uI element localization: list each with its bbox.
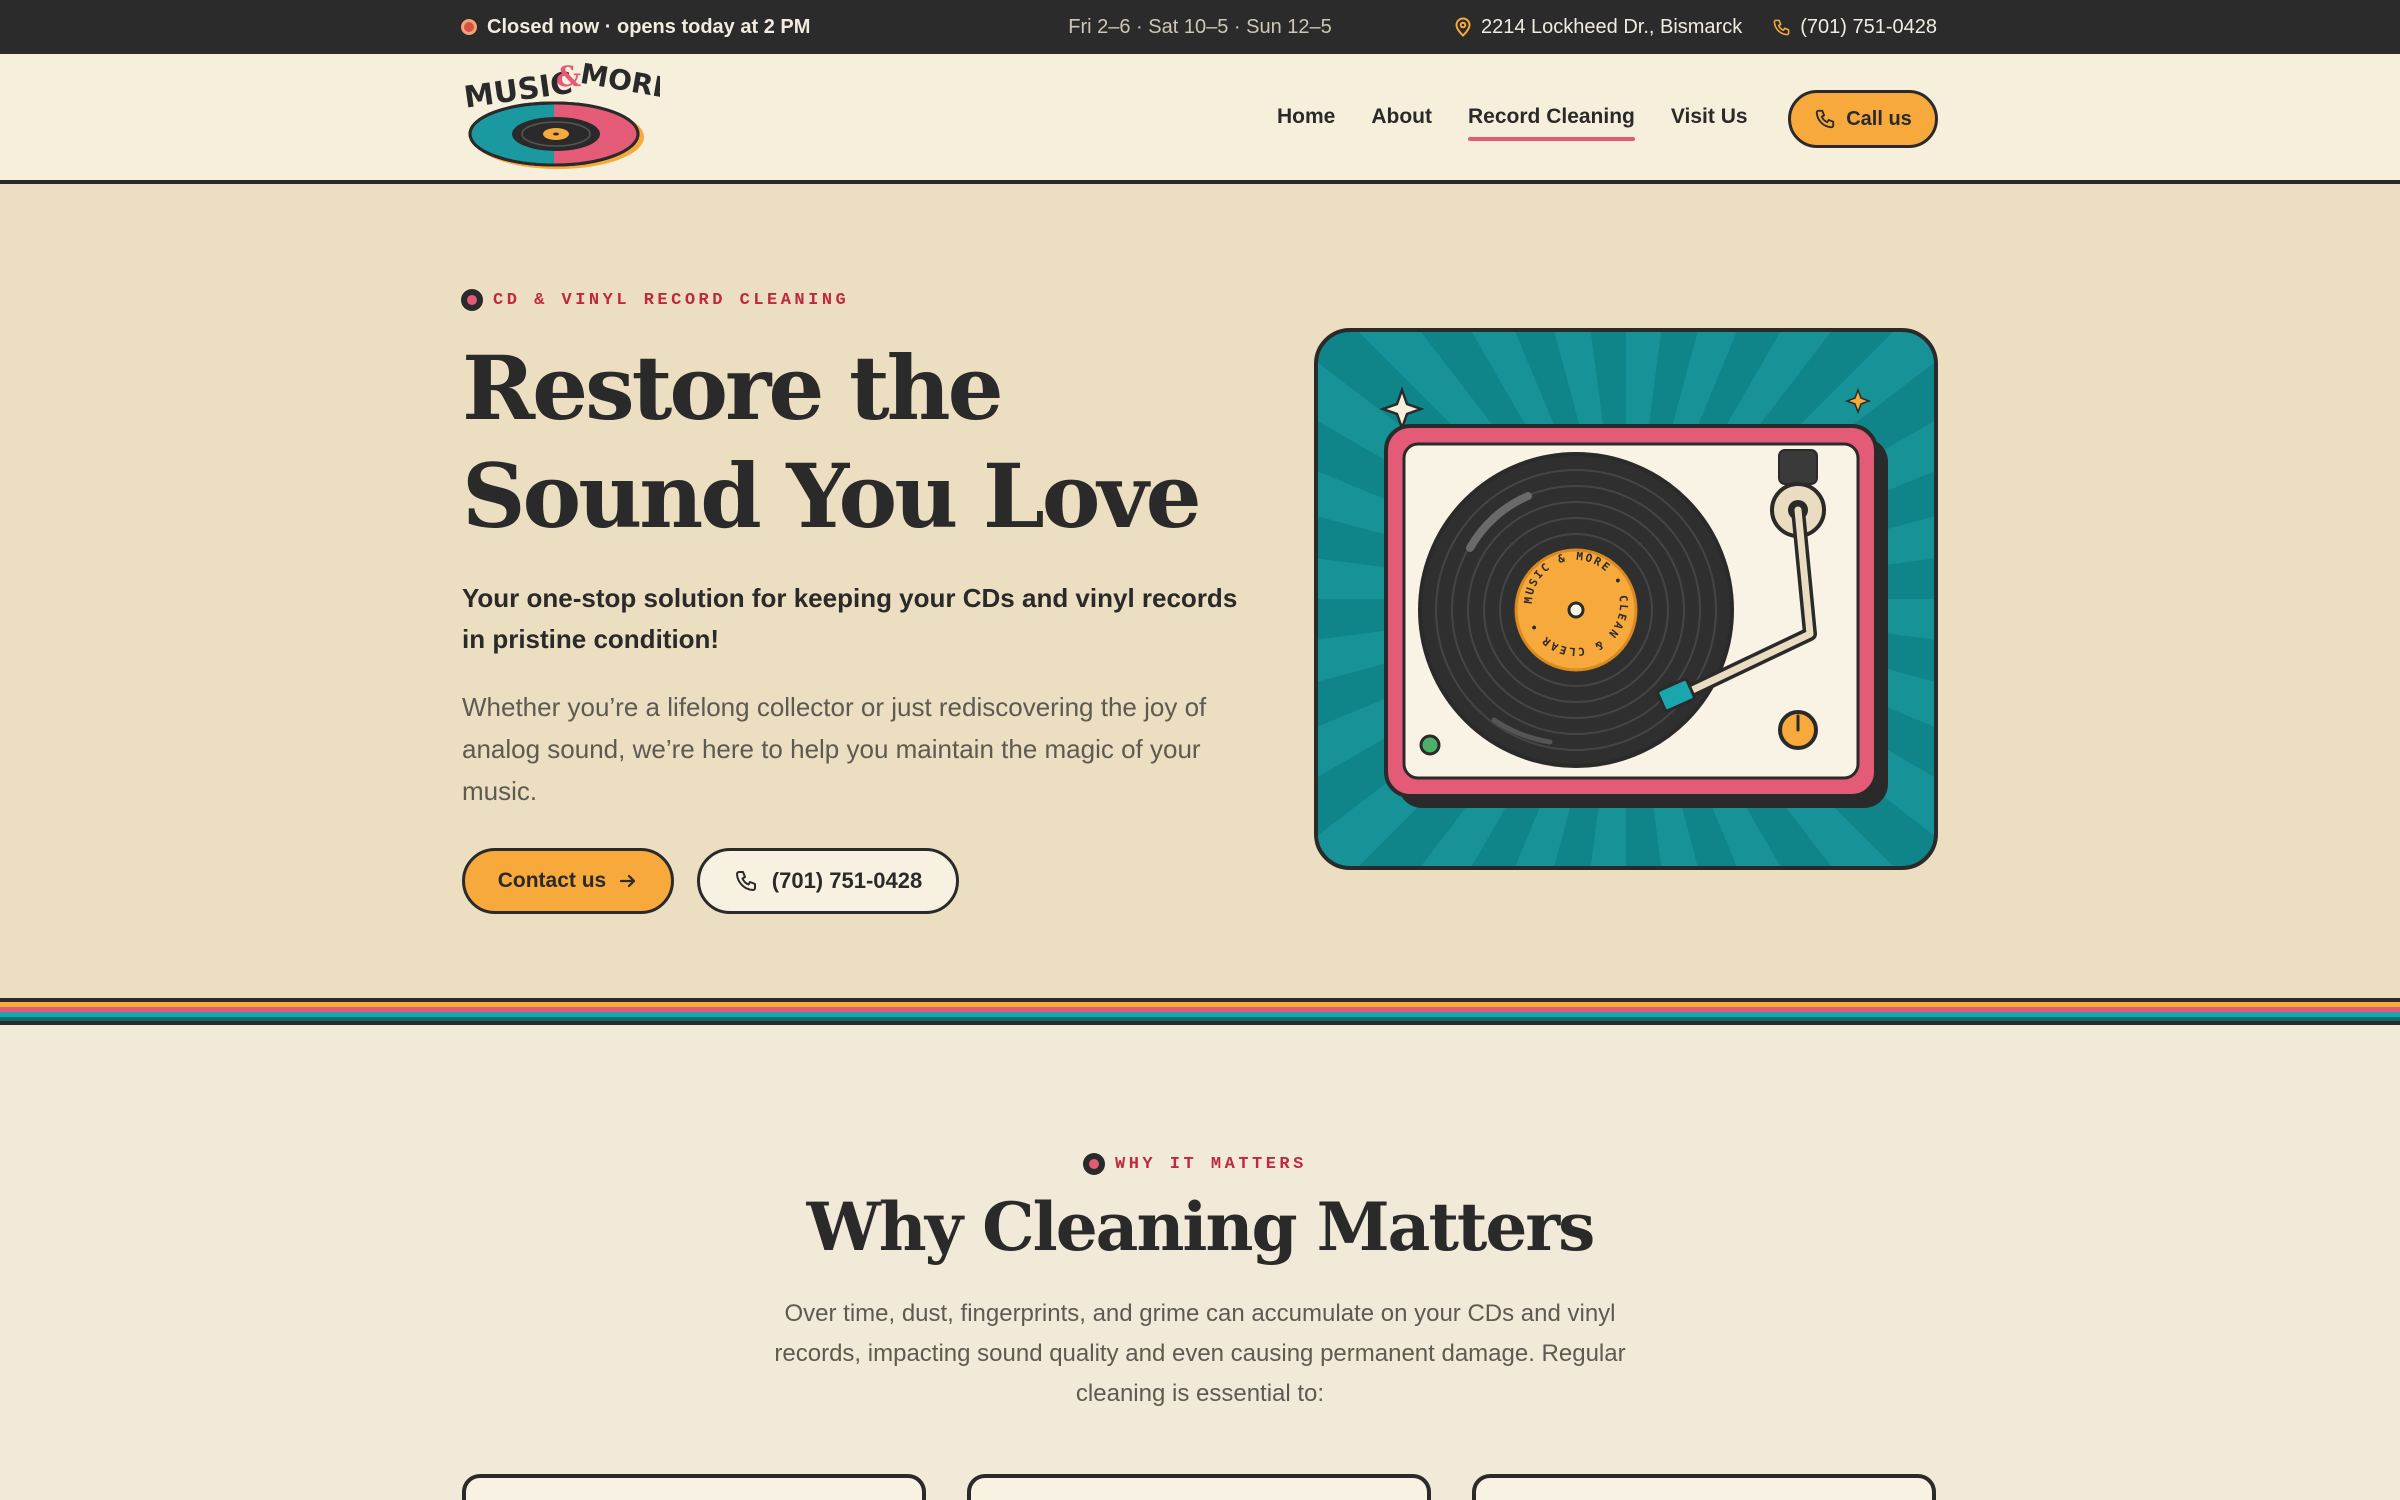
topbar-phone-link[interactable]: (701) 751-0428 [1772, 16, 1937, 39]
why-body: Over time, dust, fingerprints, and grime… [774, 1300, 1626, 1407]
top-info-bar: Closed now · opens today at 2 PM Fri 2–6… [0, 0, 2400, 54]
hero-title-line-1: Restore the [462, 336, 1004, 440]
address-text: 2214 Lockheed Dr., Bismarck [1480, 15, 1743, 38]
music-and-more-logo[interactable]: MUSIC & MORE [460, 62, 660, 174]
phone-icon [1773, 19, 1790, 35]
hero-eyebrow: CD & VINYL RECORD CLEANING [461, 289, 849, 311]
site-header: MUSIC & MORE Home About Record Cleaning … [0, 54, 2400, 184]
nav-record-cleaning[interactable]: Record Cleaning [1468, 95, 1635, 141]
nav-visit-us[interactable]: Visit Us [1671, 95, 1748, 139]
contact-us-label: Contact us [497, 869, 607, 892]
record-icon [461, 289, 483, 311]
phone-icon [735, 871, 756, 891]
record-icon [1083, 1153, 1105, 1175]
call-us-button[interactable]: Call us [1788, 90, 1938, 148]
hero-phone-button[interactable]: (701) 751-0428 [697, 848, 959, 914]
hero-eyebrow-text: CD & VINYL RECORD CLEANING [493, 290, 850, 310]
why-eyebrow: WHY IT MATTERS [1083, 1153, 1307, 1175]
logo-text-more: MORE [578, 62, 660, 105]
call-us-label: Call us [1846, 107, 1912, 130]
map-pin-icon [1455, 17, 1471, 37]
why-eyebrow-text: WHY IT MATTERS [1115, 1154, 1307, 1174]
hero-lead: Your one-stop solution for keeping your … [462, 583, 1238, 654]
main-nav: Home About Record Cleaning Visit Us [1277, 54, 1784, 180]
retro-stripes-divider [0, 998, 2400, 1025]
topbar-phone-text: (701) 751-0428 [1800, 15, 1937, 38]
address-link[interactable]: 2214 Lockheed Dr., Bismarck [1454, 16, 1742, 39]
benefit-card [1472, 1474, 1936, 1500]
why-title: Why Cleaning Matters [806, 1188, 1596, 1266]
contact-us-button[interactable]: Contact us [462, 848, 674, 914]
benefit-card [462, 1474, 926, 1500]
nav-about[interactable]: About [1371, 95, 1432, 139]
arrow-right-icon [620, 874, 636, 888]
nav-home[interactable]: Home [1277, 95, 1335, 139]
hero-section: CD & VINYL RECORD CLEANING Restore the S… [0, 184, 2400, 998]
turntable-illustration: MUSIC & MORE • CLEAN & CLEAR • [1314, 328, 1938, 870]
store-hours: Fri 2–6 · Sat 10–5 · Sun 12–5 [1068, 15, 1332, 38]
phone-icon [1816, 109, 1835, 129]
hero-body: Whether you’re a lifelong collector or j… [462, 692, 1207, 806]
hero-title: Restore the Sound You Love [462, 334, 1222, 550]
benefit-card [967, 1474, 1431, 1500]
hero-title-line-2: Sound You Love [462, 444, 1202, 548]
hero-phone-label: (701) 751-0428 [771, 868, 923, 893]
